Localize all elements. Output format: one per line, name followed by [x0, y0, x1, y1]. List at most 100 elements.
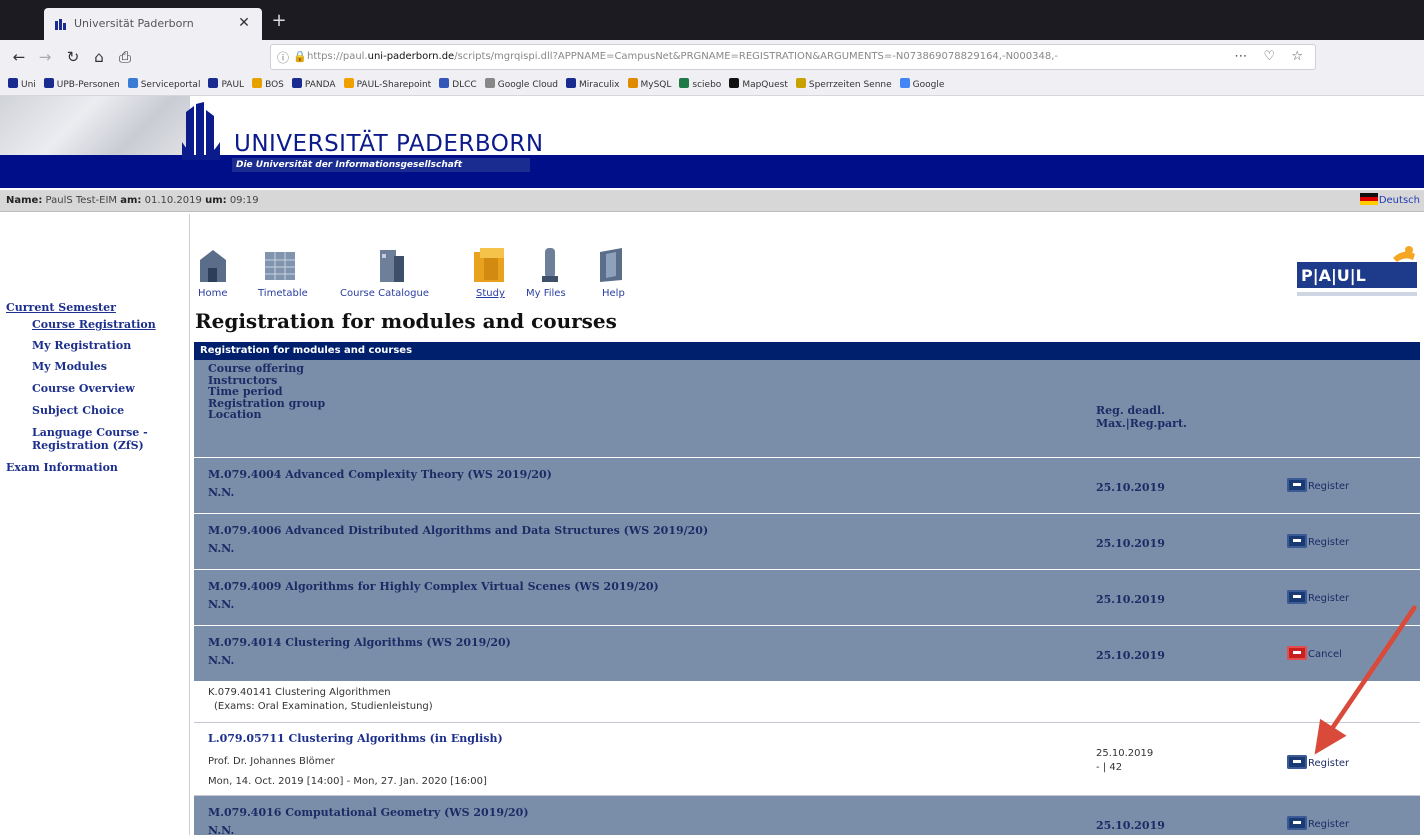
- header-right-labels: Reg. deadl. Max.|Reg.part.: [1096, 404, 1187, 430]
- sidebar-item-subject-choice[interactable]: Subject Choice: [32, 404, 124, 417]
- course-instructor: Prof. Dr. Johannes Blömer: [208, 756, 335, 767]
- bookmark-label: PAUL: [221, 80, 245, 90]
- language-switch[interactable]: Deutsch: [1359, 193, 1420, 206]
- register-button[interactable]: Register: [1287, 755, 1349, 769]
- bookmark-label: MySQL: [640, 80, 672, 90]
- bookmark-item[interactable]: DLCC: [439, 78, 477, 90]
- url-bar[interactable]: ⓘ 🔒 https://paul.uni-paderborn.de/script…: [270, 44, 1316, 70]
- nav-my-files[interactable]: My Files: [526, 246, 566, 299]
- close-tab-icon[interactable]: ✕: [234, 13, 254, 33]
- nav-study[interactable]: Study: [470, 246, 510, 299]
- register-button[interactable]: Register: [1287, 478, 1349, 492]
- sidebar-item-language-course-zfs[interactable]: Registration (ZfS): [32, 439, 144, 452]
- reload-icon[interactable]: ↻: [62, 46, 84, 68]
- logo-subtitle: Die Universität der Informationsgesellsc…: [232, 158, 530, 172]
- logo-title: UNIVERSITÄT PADERBORN: [234, 131, 544, 157]
- home-icon[interactable]: ⌂: [88, 46, 110, 68]
- paul-logo-icon[interactable]: P|A|U|L: [1297, 246, 1421, 304]
- bookmark-item[interactable]: UPB-Personen: [43, 78, 120, 90]
- upb-favicon-icon: [55, 19, 66, 30]
- module-deadline: 25.10.2019: [1096, 593, 1165, 606]
- bookmark-icon: [566, 78, 577, 88]
- table-row: M.079.4016 Computational Geometry (WS 20…: [194, 796, 1420, 835]
- register-button[interactable]: Register: [1287, 534, 1349, 548]
- bookmark-item[interactable]: sciebo: [679, 78, 721, 90]
- bookmark-item[interactable]: Serviceportal: [127, 78, 201, 90]
- module-deadline: 25.10.2019: [1096, 537, 1165, 550]
- module-title: M.079.4014 Clustering Algorithms (WS 201…: [208, 636, 511, 649]
- module-instructor: N.N.: [208, 486, 235, 499]
- bookmark-item[interactable]: Sperrzeiten Senne: [795, 78, 892, 90]
- module-title: M.079.4009 Algorithms for Highly Complex…: [208, 580, 659, 593]
- bookmark-icon: [43, 78, 54, 88]
- bookmark-item[interactable]: Google Cloud: [484, 78, 559, 90]
- header-left-labels: Course offering Instructors Time period …: [208, 362, 326, 421]
- register-icon: [1287, 755, 1307, 769]
- header-image: [0, 96, 190, 156]
- my-files-icon: [542, 248, 558, 282]
- exam-detail: (Exams: Oral Examination, Studienleistun…: [214, 701, 433, 712]
- sidebar-item-exam-information[interactable]: Exam Information: [6, 461, 118, 474]
- bookmark-item[interactable]: PAUL-Sharepoint: [343, 78, 431, 90]
- bookmark-label: Miraculix: [579, 80, 620, 90]
- bookmark-item[interactable]: Uni: [8, 78, 36, 90]
- table-row: M.079.4014 Clustering Algorithms (WS 201…: [194, 626, 1420, 682]
- lock-icon: 🔒: [293, 50, 307, 63]
- register-icon: [1287, 590, 1307, 604]
- nav-timetable[interactable]: Timetable: [258, 246, 308, 299]
- bookmark-item[interactable]: Miraculix: [566, 78, 620, 90]
- course-period: Mon, 14. Oct. 2019 [14:00] - Mon, 27. Ja…: [208, 776, 487, 787]
- nav-help[interactable]: Help: [594, 246, 628, 299]
- course-title-link[interactable]: L.079.05711 Clustering Algorithms (in En…: [208, 732, 503, 745]
- help-icon: [600, 248, 622, 282]
- nav-home[interactable]: Home: [196, 246, 230, 299]
- bookmark-item[interactable]: MySQL: [627, 78, 672, 90]
- sidebar-item-language-course[interactable]: Language Course -: [32, 426, 148, 439]
- print-icon[interactable]: ⎙: [114, 46, 136, 68]
- table-header-row: Course offering Instructors Time period …: [194, 360, 1420, 458]
- bookmark-item[interactable]: PAUL: [208, 78, 244, 90]
- new-tab-icon[interactable]: +: [266, 8, 292, 34]
- sidebar-item-my-modules[interactable]: My Modules: [32, 360, 107, 373]
- module-instructor: N.N.: [208, 654, 235, 667]
- bookmark-label: Serviceportal: [140, 80, 201, 90]
- user-info: Name: PaulS Test-EIM am: 01.10.2019 um: …: [6, 195, 259, 206]
- bookmark-item[interactable]: Google: [899, 78, 944, 90]
- url-actions[interactable]: ⋯ ♡ ☆: [1234, 49, 1309, 64]
- register-button[interactable]: Register: [1287, 590, 1349, 604]
- nav-course-catalogue[interactable]: Course Catalogue: [340, 246, 429, 299]
- sidebar-item-current-semester[interactable]: Current Semester: [6, 301, 116, 314]
- bookmark-item[interactable]: BOS: [252, 78, 284, 90]
- timetable-icon: [265, 252, 295, 280]
- bookmark-label: PANDA: [304, 80, 336, 90]
- bookmark-label: UPB-Personen: [56, 80, 120, 90]
- module-title: M.079.4006 Advanced Distributed Algorith…: [208, 524, 709, 537]
- bookmark-icon: [679, 78, 690, 88]
- module-title: M.079.4016 Computational Geometry (WS 20…: [208, 806, 529, 819]
- bookmark-icon: [8, 78, 18, 88]
- bookmark-icon: [729, 78, 740, 88]
- tab-title: Universität Paderborn: [74, 17, 194, 30]
- forward-icon[interactable]: →: [34, 46, 56, 68]
- bookmark-label: Google Cloud: [497, 80, 559, 90]
- bookmark-item[interactable]: MapQuest: [729, 78, 788, 90]
- url-text: https://paul.uni-paderborn.de/scripts/mg…: [307, 51, 1059, 62]
- bookmark-item[interactable]: PANDA: [291, 78, 336, 90]
- bookmark-icon: [291, 78, 302, 88]
- sidebar-item-my-registration[interactable]: My Registration: [32, 339, 131, 352]
- registration-table: Registration for modules and courses Cou…: [194, 342, 1420, 835]
- bookmark-label: DLCC: [452, 80, 477, 90]
- sidebar-item-course-registration[interactable]: Course Registration: [32, 318, 156, 331]
- study-folder-icon: [474, 248, 504, 282]
- browser-tabbar: Universität Paderborn ✕ +: [0, 0, 1424, 40]
- cancel-button[interactable]: Cancel: [1287, 646, 1342, 660]
- page: UNIVERSITÄT PADERBORN Die Universität de…: [0, 96, 1424, 835]
- info-icon[interactable]: ⓘ: [277, 49, 289, 66]
- browser-tab[interactable]: Universität Paderborn ✕: [44, 8, 262, 40]
- upb-logo-icon[interactable]: [180, 102, 222, 164]
- course-participants: - | 42: [1096, 762, 1123, 773]
- sidebar-item-course-overview[interactable]: Course Overview: [32, 382, 135, 395]
- page-title: Registration for modules and courses: [195, 309, 617, 333]
- back-icon[interactable]: ←: [8, 46, 30, 68]
- register-button[interactable]: Register: [1287, 816, 1349, 830]
